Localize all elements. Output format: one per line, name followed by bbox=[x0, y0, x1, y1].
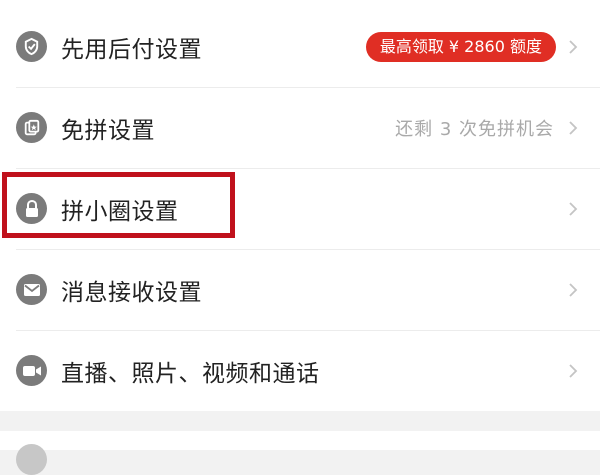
free-group-card-icon bbox=[16, 112, 47, 143]
settings-item-message-receive[interactable]: 消息接收设置 bbox=[0, 249, 600, 330]
settings-item-label: 免拼设置 bbox=[61, 117, 155, 144]
chevron-right-icon bbox=[569, 39, 578, 54]
chevron-right-icon bbox=[569, 201, 578, 216]
settings-item-pinxiaoquan[interactable]: 拼小圈设置 bbox=[0, 168, 600, 249]
chevron-right-icon bbox=[569, 363, 578, 378]
settings-item-label: 消息接收设置 bbox=[61, 279, 202, 306]
chevron-right-icon bbox=[569, 282, 578, 297]
settings-item-label: 直播、照片、视频和通话 bbox=[61, 360, 320, 387]
settings-item-live-photo-video-call[interactable]: 直播、照片、视频和通话 bbox=[0, 330, 600, 411]
credit-limit-badge: 最高领取 ¥ 2860 额度 bbox=[365, 31, 556, 62]
settings-list: 先用后付设置 最高领取 ¥ 2860 额度 免拼设置 还剩 3 次免拼机会 拼小… bbox=[0, 0, 600, 411]
section-separator bbox=[0, 416, 600, 431]
credit-pay-icon bbox=[16, 31, 47, 62]
lock-icon bbox=[16, 193, 47, 224]
partial-item-icon bbox=[16, 444, 47, 475]
next-settings-section bbox=[0, 431, 600, 475]
free-group-remaining-hint: 还剩 3 次免拼机会 bbox=[395, 118, 554, 140]
video-camera-icon bbox=[16, 355, 47, 386]
settings-item-free-group[interactable]: 免拼设置 还剩 3 次免拼机会 bbox=[0, 87, 600, 168]
settings-item-label: 先用后付设置 bbox=[61, 36, 202, 63]
settings-item-label: 拼小圈设置 bbox=[61, 198, 179, 225]
mail-icon bbox=[16, 274, 47, 305]
chevron-right-icon bbox=[569, 120, 578, 135]
settings-item-pay-later[interactable]: 先用后付设置 最高领取 ¥ 2860 额度 bbox=[0, 6, 600, 87]
